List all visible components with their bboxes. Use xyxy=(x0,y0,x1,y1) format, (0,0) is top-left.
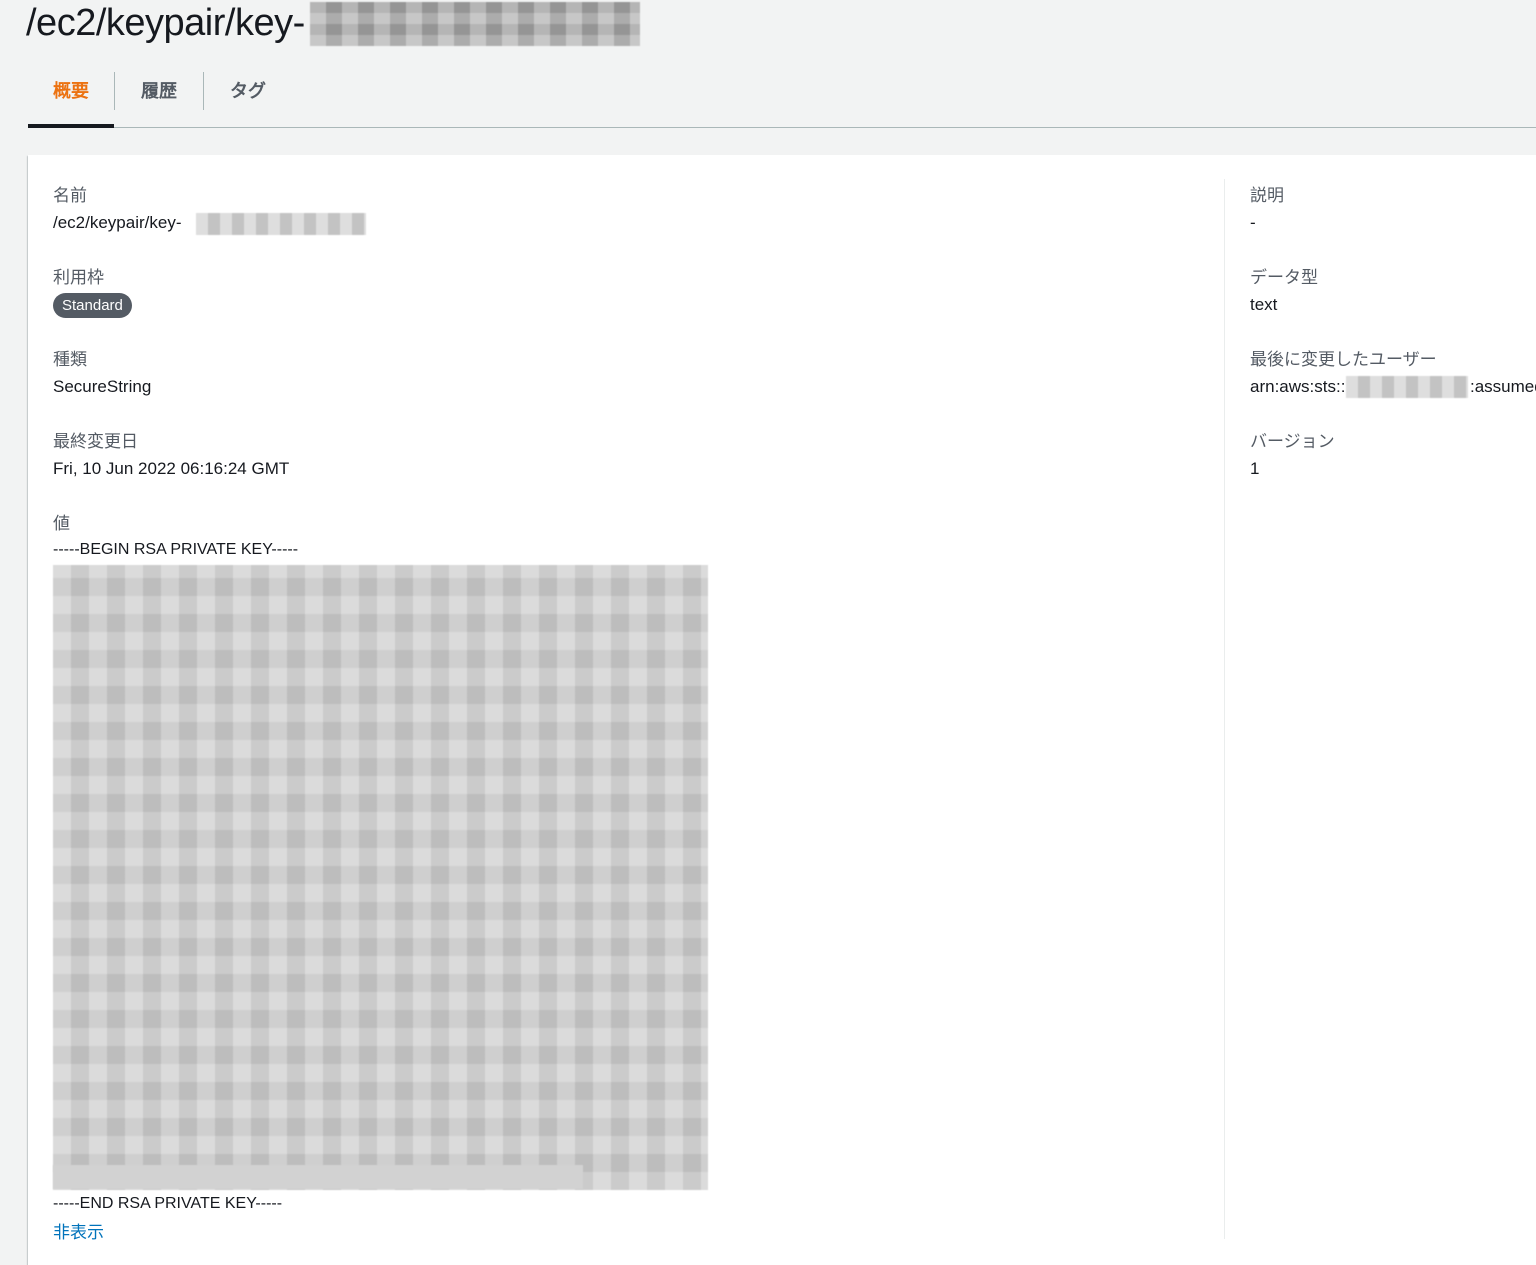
redacted-title-suffix xyxy=(310,2,640,46)
redacted-name-suffix xyxy=(196,213,366,235)
tier-label: 利用枠 xyxy=(53,268,104,287)
column-divider xyxy=(1224,179,1225,1239)
redacted-private-key-tail xyxy=(53,1165,583,1189)
key-end-line: -----END RSA PRIVATE KEY----- xyxy=(53,1195,283,1212)
description-value: - xyxy=(1250,213,1256,232)
active-tab-indicator xyxy=(28,124,114,128)
tier-badge: Standard xyxy=(53,293,132,318)
type-label: 種類 xyxy=(53,350,87,369)
data-type-value: text xyxy=(1250,295,1278,314)
hide-value-link[interactable]: 非表示 xyxy=(53,1218,104,1243)
tab-history[interactable]: 履歴 xyxy=(115,70,203,110)
value-label: 値 xyxy=(53,514,70,533)
tab-tags[interactable]: タグ xyxy=(204,70,292,110)
last-modified-user-suffix: :assumed xyxy=(1470,377,1536,396)
last-modified-label: 最終変更日 xyxy=(53,432,138,451)
last-modified-user-prefix: arn:aws:sts:: xyxy=(1250,377,1346,396)
details-panel: 名前 /ec2/keypair/key- 利用枠 Standard 種類 Sec… xyxy=(28,155,1536,1265)
last-modified-value: Fri, 10 Jun 2022 06:16:24 GMT xyxy=(53,459,290,478)
description-label: 説明 xyxy=(1250,186,1284,205)
name-label: 名前 xyxy=(53,186,87,205)
type-value: SecureString xyxy=(53,377,152,396)
data-type-label: データ型 xyxy=(1250,268,1318,287)
page-title-text: /ec2/keypair/key- xyxy=(26,1,305,44)
redacted-private-key xyxy=(53,565,708,1190)
tab-overview[interactable]: 概要 xyxy=(28,70,114,110)
version-value: 1 xyxy=(1250,459,1260,478)
redacted-account-id xyxy=(1346,376,1468,398)
name-value: /ec2/keypair/key- xyxy=(53,213,182,232)
last-modified-user-label: 最後に変更したユーザー xyxy=(1250,350,1437,369)
version-label: バージョン xyxy=(1250,432,1335,451)
key-begin-line: -----BEGIN RSA PRIVATE KEY----- xyxy=(53,541,299,558)
tab-bar: 概要 履歴 タグ xyxy=(28,70,1536,128)
page-title: /ec2/keypair/key- xyxy=(26,0,305,46)
